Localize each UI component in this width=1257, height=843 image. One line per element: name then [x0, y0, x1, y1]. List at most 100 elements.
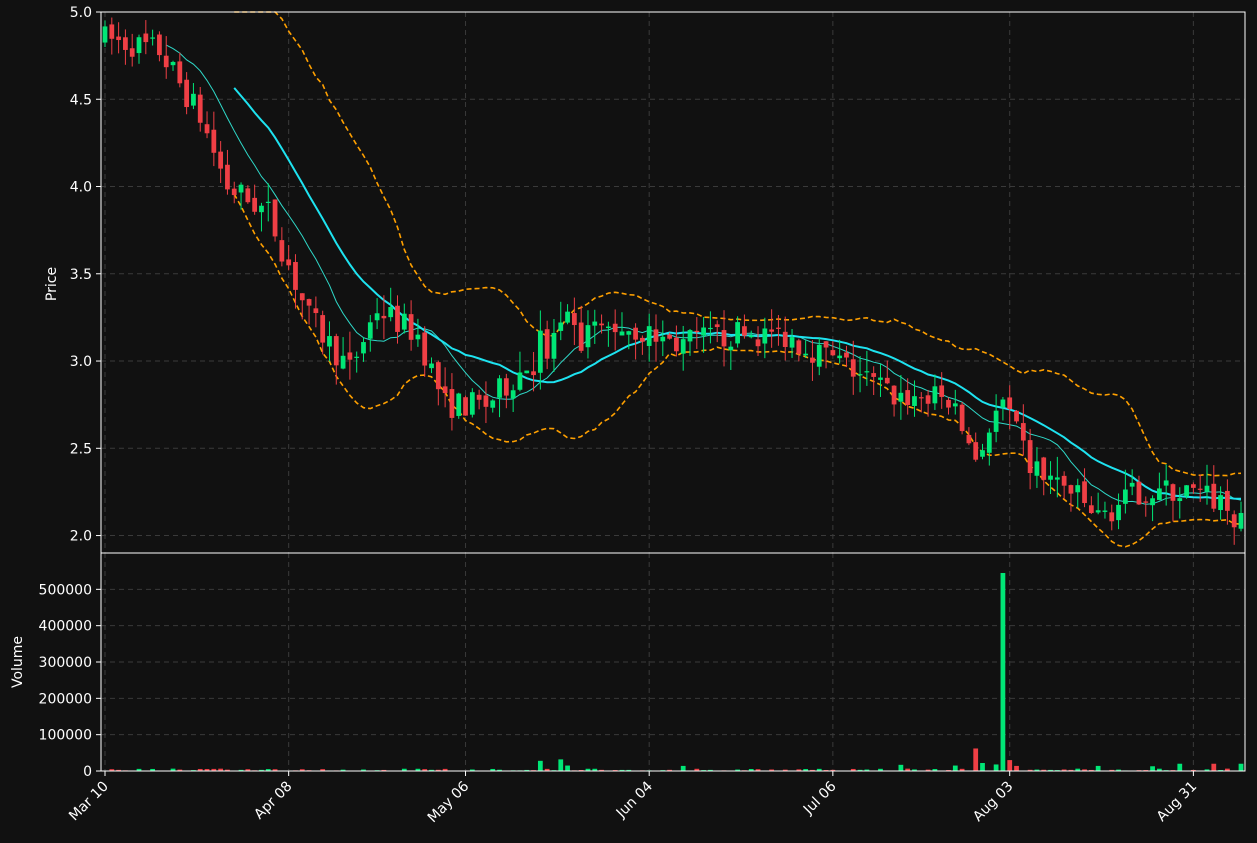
candle-body: [986, 432, 992, 453]
candle-body: [177, 61, 183, 84]
candle-body: [694, 330, 700, 333]
candle-body: [238, 184, 244, 193]
candle-body: [735, 322, 741, 344]
candle-body: [1136, 481, 1142, 505]
candle-body: [871, 373, 877, 377]
candle-body: [1163, 480, 1169, 486]
candle-body: [157, 34, 162, 56]
candle-body: [762, 328, 768, 344]
candle-body: [537, 330, 543, 373]
candle-body: [1204, 485, 1210, 492]
candle-body: [932, 386, 938, 404]
candle-body: [1007, 397, 1013, 410]
candle-body: [306, 299, 312, 306]
volume-bar: [565, 765, 570, 771]
candle-body: [476, 394, 482, 400]
candle-body: [1218, 495, 1223, 511]
candle-body: [640, 337, 645, 342]
volume-y-axis-label: Volume: [10, 636, 26, 688]
candle-body: [966, 434, 972, 444]
candle-body: [1170, 484, 1176, 501]
candle-body: [912, 396, 917, 406]
volume-bar: [1211, 763, 1217, 771]
volume-bar: [952, 765, 958, 771]
candle-body: [1122, 489, 1128, 504]
candle-body: [265, 201, 271, 203]
candle-body: [1075, 485, 1081, 493]
candle-body: [109, 24, 115, 39]
volume-tick-label: 100000: [39, 728, 92, 744]
candle-body: [313, 308, 319, 314]
volume-bar: [1007, 760, 1013, 771]
candle-body: [1211, 483, 1217, 509]
candle-body: [1102, 510, 1108, 512]
volume-bar: [1238, 763, 1244, 771]
candle-body: [150, 37, 155, 39]
candle-body: [299, 293, 305, 301]
candle-body: [626, 331, 632, 335]
volume-tick-label: 200000: [39, 691, 92, 707]
stock-chart: 2.0 2.5 3.0 3.5 4.0 4.5 5.0 Price 0 100000 20000…: [0, 0, 1257, 843]
candle-body: [1129, 482, 1135, 487]
candle-body: [231, 188, 237, 196]
candle-body: [769, 329, 775, 332]
volume-bar: [973, 748, 979, 771]
candle-body: [864, 371, 870, 373]
candle-body: [1231, 514, 1237, 528]
candle-body: [136, 37, 142, 54]
candle-body: [102, 26, 108, 43]
volume-bar: [898, 764, 904, 771]
candle-body: [395, 305, 400, 332]
volume-bar: [537, 760, 543, 771]
candle-body: [728, 346, 734, 351]
candle-body: [129, 48, 135, 57]
candle-body: [973, 442, 979, 460]
volume-tick-label: 500000: [39, 582, 92, 598]
candle-body: [286, 259, 292, 266]
candle-body: [1048, 475, 1053, 480]
candle-body: [891, 385, 897, 405]
volume-bar: [1000, 572, 1006, 771]
candle-body: [633, 327, 638, 340]
candle-body: [878, 377, 883, 380]
candle-body: [952, 403, 958, 407]
candle-body: [667, 334, 672, 339]
candle-body: [320, 315, 326, 343]
candle-body: [1150, 498, 1155, 506]
candle-body: [408, 314, 414, 340]
candle-body: [959, 404, 965, 432]
candle-body: [1014, 410, 1019, 422]
price-tick-label: 4.5: [70, 92, 92, 108]
candle-body: [449, 389, 455, 418]
candle-body: [218, 151, 224, 169]
volume-tick-label: 400000: [39, 619, 92, 635]
candle-body: [789, 337, 795, 348]
candle-body: [803, 353, 809, 356]
candle-body: [333, 336, 339, 366]
candle-body: [524, 370, 530, 374]
candle-body: [1109, 512, 1115, 522]
candle-body: [497, 378, 502, 398]
candle-body: [293, 262, 298, 290]
candle-body: [374, 313, 380, 321]
candle-body: [1088, 505, 1094, 514]
candle-body: [850, 359, 856, 377]
candle-body: [1156, 488, 1162, 500]
volume-bar: [1150, 766, 1155, 771]
candle-body: [1068, 485, 1074, 494]
candle-body: [252, 197, 258, 212]
volume-bar: [980, 763, 985, 771]
candle-body: [225, 164, 230, 190]
candle-body: [1095, 510, 1101, 513]
candle-body: [810, 357, 815, 363]
candle-body: [687, 330, 693, 342]
volume-bar: [680, 765, 686, 771]
candle-body: [259, 205, 264, 213]
candle-body: [483, 395, 489, 407]
candle-body: [531, 371, 536, 376]
candle-body: [918, 397, 924, 399]
candle-body: [660, 336, 666, 342]
candle-body: [435, 362, 441, 390]
chart-background: [0, 0, 1257, 843]
candle-body: [279, 240, 285, 262]
